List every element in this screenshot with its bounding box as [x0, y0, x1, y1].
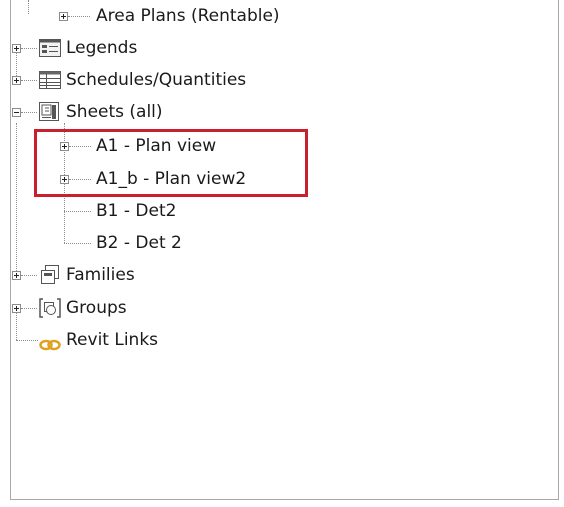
tree-item-revit-links[interactable]: Revit Links	[0, 328, 560, 352]
tree-connector-line	[68, 16, 90, 17]
tree-item-label: Groups	[66, 298, 127, 318]
tree-item-label: Sheets (all)	[66, 102, 163, 122]
tree-connector-line	[21, 48, 37, 49]
highlight-box	[34, 129, 308, 197]
tree-connector-line	[21, 308, 37, 309]
expand-plus-icon[interactable]	[12, 304, 21, 313]
tree-item-label: B1 - Det2	[96, 201, 177, 221]
expand-plus-icon[interactable]	[59, 12, 68, 21]
tree-connector-line	[16, 340, 38, 341]
sheet-icon	[39, 102, 61, 129]
tree-connector-line	[21, 80, 37, 81]
tree-item-groups[interactable]: Groups	[0, 296, 560, 320]
schedule-icon	[39, 71, 61, 96]
tree-connector-line	[21, 275, 37, 276]
tree-item-sheet-b2[interactable]: B2 - Det 2	[0, 231, 560, 255]
tree-item-label: B2 - Det 2	[96, 233, 182, 253]
tree-connector-line	[21, 112, 37, 113]
tree-connector-line	[64, 243, 91, 244]
tree-item-sheets-all[interactable]: Sheets (all)	[0, 100, 560, 124]
legend-icon	[39, 39, 61, 64]
tree-item-label: Revit Links	[66, 330, 159, 350]
tree-item-label: Area Plans (Rentable)	[96, 6, 280, 26]
revit-links-icon	[39, 334, 61, 358]
tree-connector-line	[64, 211, 91, 212]
tree-item-schedules-quantities[interactable]: Schedules/Quantities	[0, 68, 560, 92]
tree-item-label: Legends	[66, 38, 138, 58]
tree-item-legends[interactable]: Legends	[0, 36, 560, 60]
expand-plus-icon[interactable]	[12, 44, 21, 53]
expand-plus-icon[interactable]	[12, 76, 21, 85]
families-icon	[39, 265, 61, 292]
groups-icon	[39, 298, 61, 325]
expand-plus-icon[interactable]	[12, 271, 21, 280]
tree-item-sheet-b1[interactable]: B1 - Det2	[0, 199, 560, 223]
tree-item-families[interactable]: Families	[0, 263, 560, 287]
tree-item-area-plans-rentable[interactable]: Area Plans (Rentable)	[0, 4, 560, 28]
collapse-minus-icon[interactable]	[12, 108, 21, 117]
tree-item-label: Schedules/Quantities	[66, 70, 247, 90]
tree-item-label: Families	[66, 265, 135, 285]
project-browser-tree: Area Plans (Rentable) Legends Schedules/…	[0, 0, 564, 507]
